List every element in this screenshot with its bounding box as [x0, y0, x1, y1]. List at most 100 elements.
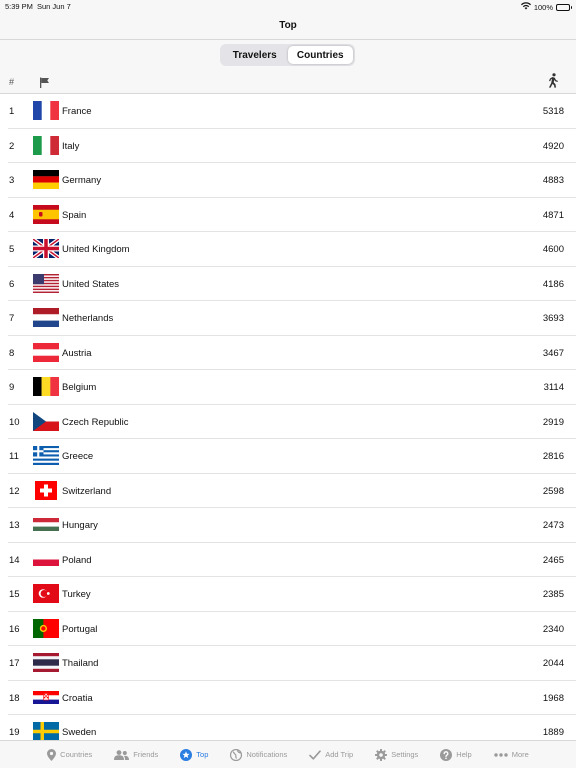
country-name: Netherlands — [62, 313, 114, 324]
table-row[interactable]: 4 Spain 4871 — [8, 198, 576, 232]
visitor-count: 2465 — [542, 554, 564, 566]
segment-travelers[interactable]: Travelers — [222, 46, 288, 64]
table-row[interactable]: 11 Greece 2816 — [8, 439, 576, 474]
segment-countries[interactable]: Countries — [287, 46, 353, 64]
visitor-count: 4871 — [542, 209, 564, 221]
rank: 3 — [9, 175, 15, 186]
flag-greece-icon — [33, 446, 59, 465]
table-row[interactable]: 1 France 5318 — [8, 94, 576, 129]
visitor-count: 1968 — [542, 692, 564, 704]
flag-sweden-icon — [33, 722, 59, 740]
tab-top[interactable]: Top — [169, 741, 219, 768]
flag-france-icon — [33, 101, 59, 120]
tab-label: Countries — [60, 750, 93, 759]
visitor-count: 2340 — [542, 623, 564, 635]
tab-notifications[interactable]: Notifications — [219, 741, 298, 768]
table-row[interactable]: 19 Sweden 1889 — [8, 715, 576, 740]
country-list[interactable]: 1 France 5318 2 Italy 4920 3 Germany 4883 4 Spa… — [0, 94, 576, 740]
country-name: Thailand — [62, 658, 99, 669]
globe-icon — [230, 748, 243, 761]
checkmark-icon — [309, 749, 322, 760]
country-name: Belgium — [62, 382, 97, 393]
rank: 9 — [9, 382, 15, 393]
country-name: Croatia — [62, 692, 93, 704]
country-name: Spain — [62, 209, 87, 221]
rank: 4 — [9, 209, 15, 221]
list-header: Travelers Countries # — [0, 40, 576, 94]
segmented-control: Travelers Countries — [220, 44, 355, 66]
country-name: France — [62, 106, 92, 117]
tab-label: Add Trip — [325, 750, 354, 759]
tab-settings[interactable]: Settings — [364, 741, 429, 768]
tab-add-trip[interactable]: Add Trip — [298, 741, 364, 768]
rank: 5 — [9, 244, 15, 255]
visitor-count: 4600 — [542, 244, 564, 255]
tab-label: Settings — [391, 750, 419, 759]
flag-austria-icon — [33, 342, 59, 362]
walking-person-icon — [546, 73, 559, 93]
table-row[interactable]: 18 Croatia 1968 — [8, 681, 576, 715]
rank: 17 — [9, 658, 20, 669]
tab-countries[interactable]: Countries — [36, 741, 103, 768]
table-row[interactable]: 17 Thailand 2044 — [8, 646, 576, 681]
visitor-count: 3467 — [542, 347, 564, 359]
navigation-bar: Top — [0, 14, 576, 40]
rank: 15 — [9, 589, 20, 600]
visitor-count: 4920 — [542, 140, 564, 152]
table-row[interactable]: 14 Poland 2465 — [8, 543, 576, 577]
flag-spain-icon — [33, 204, 59, 224]
rank-column-header: # — [9, 77, 15, 87]
rank: 13 — [9, 520, 20, 531]
flag-croatia-icon — [33, 688, 59, 707]
rank: 1 — [9, 106, 15, 117]
flag-belgium-icon — [33, 377, 59, 396]
tab-label: Help — [456, 750, 472, 759]
tab-help[interactable]: Help — [429, 741, 482, 768]
table-row[interactable]: 2 Italy 4920 — [8, 129, 576, 163]
country-name: Portugal — [62, 623, 98, 635]
tab-bar: Countries Friends Top Notifications Add … — [0, 740, 576, 768]
table-row[interactable]: 7 Netherlands 3693 — [8, 301, 576, 336]
flag-poland-icon — [33, 550, 59, 569]
flag-icon — [39, 75, 50, 93]
country-name: Austria — [62, 347, 92, 359]
country-name: Hungary — [62, 520, 98, 531]
wifi-icon — [520, 2, 531, 12]
status-bar: 5:39 PM Sun Jun 7 100% — [0, 0, 576, 14]
table-row[interactable]: 3 Germany 4883 — [8, 163, 576, 198]
country-name: Turkey — [62, 589, 91, 600]
visitor-count: 2044 — [542, 658, 564, 669]
flag-germany-icon — [33, 170, 59, 189]
gear-icon — [375, 748, 388, 761]
flag-thailand-icon — [33, 653, 59, 672]
rank: 18 — [9, 692, 20, 704]
map-pin-icon — [47, 748, 57, 761]
flag-hungary-icon — [33, 515, 59, 534]
visitor-count: 1889 — [542, 727, 564, 738]
table-row[interactable]: 9 Belgium 3114 — [8, 370, 576, 405]
table-row[interactable]: 8 Austria 3467 — [8, 336, 576, 370]
flag-turkey-icon — [33, 584, 59, 603]
rank: 16 — [9, 623, 20, 635]
question-icon — [440, 748, 453, 761]
rank: 2 — [9, 140, 15, 152]
visitor-count: 2473 — [542, 520, 564, 531]
country-name: Czech Republic — [62, 416, 129, 428]
status-time: 5:39 PM — [5, 2, 33, 11]
table-row[interactable]: 5 United Kingdom 4600 — [8, 232, 576, 267]
visitor-count: 3693 — [542, 313, 564, 324]
flag-italy-icon — [33, 135, 59, 155]
table-row[interactable]: 6 United States 4186 — [8, 267, 576, 301]
tab-friends[interactable]: Friends — [103, 741, 169, 768]
tab-more[interactable]: More — [483, 741, 540, 768]
table-row[interactable]: 12 Switzerland 2598 — [8, 474, 576, 508]
table-row[interactable]: 13 Hungary 2473 — [8, 508, 576, 543]
country-name: United Kingdom — [62, 244, 130, 255]
table-row[interactable]: 16 Portugal 2340 — [8, 612, 576, 646]
visitor-count: 5318 — [542, 106, 564, 117]
visitor-count: 4883 — [542, 175, 564, 186]
country-name: Sweden — [62, 727, 97, 738]
table-row[interactable]: 15 Turkey 2385 — [8, 577, 576, 612]
table-row[interactable]: 10 Czech Republic 2919 — [8, 405, 576, 439]
rank: 19 — [9, 727, 20, 738]
